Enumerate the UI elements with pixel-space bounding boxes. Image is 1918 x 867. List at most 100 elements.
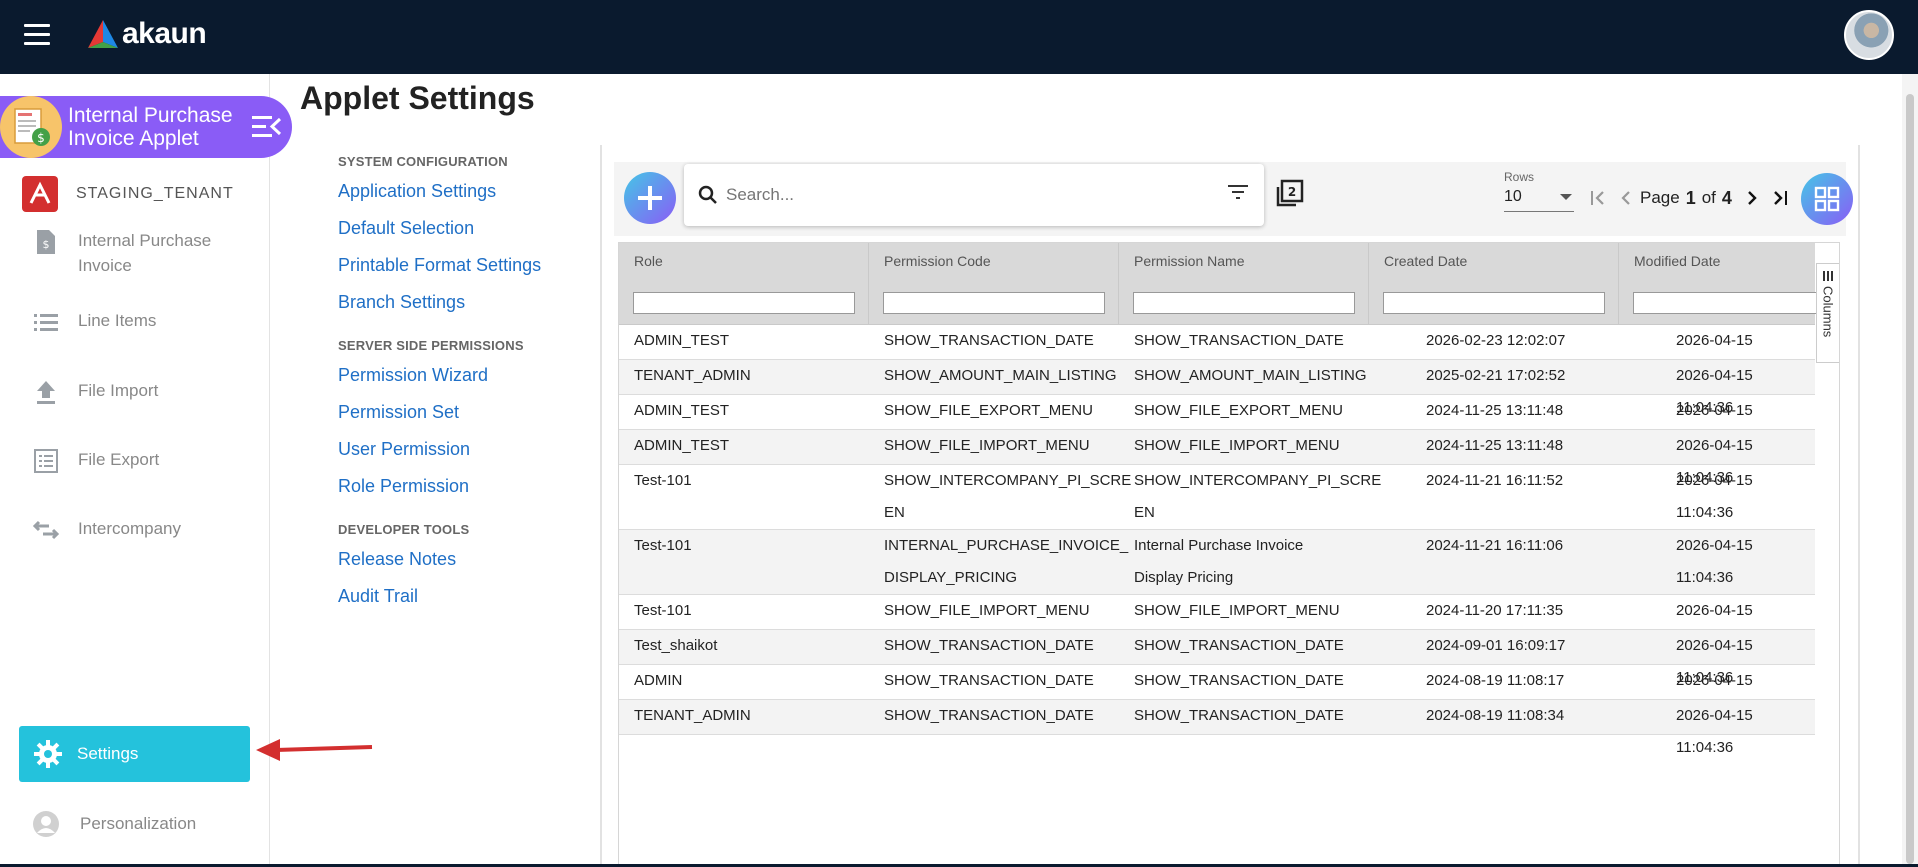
search-input[interactable]	[726, 185, 1206, 205]
sidebar-item-personalization[interactable]: Personalization	[32, 810, 196, 838]
link-branch-settings[interactable]: Branch Settings	[338, 290, 598, 314]
user-circle-icon	[33, 811, 59, 837]
cell-permission-name: SHOW_TRANSACTION_DATE	[1134, 672, 1344, 689]
list-icon	[32, 308, 60, 336]
next-page-icon[interactable]	[1738, 184, 1766, 212]
search-icon	[698, 185, 717, 204]
rows-per-page-select[interactable]: 10	[1504, 188, 1574, 212]
rows-label: Rows	[1504, 170, 1535, 184]
cell-permission-name: SHOW_TRANSACTION_DATE	[1134, 637, 1344, 654]
table-row[interactable]: ADMIN_TEST SHOW_TRANSACTION_DATE SHOW_TR…	[619, 325, 1815, 381]
link-permission-set[interactable]: Permission Set	[338, 400, 598, 424]
table-row[interactable]: ADMIN_TEST SHOW_FILE_IMPORT_MENU SHOW_FI…	[619, 430, 1815, 486]
upload-icon	[32, 378, 60, 406]
cell-role: ADMIN_TEST	[634, 332, 730, 349]
cell-permission-code: SHOW_INTERCOMPANY_PI_SCRE EN	[884, 472, 1132, 521]
cell-permission-code: SHOW_FILE_IMPORT_MENU	[884, 437, 1090, 454]
red-arrow-annotation	[256, 739, 373, 761]
cell-role: TENANT_ADMIN	[634, 707, 751, 724]
tenant-name: STAGING_TENANT	[76, 185, 234, 202]
cell-role: Test_shaikot	[634, 637, 718, 654]
last-page-icon[interactable]	[1766, 184, 1794, 212]
add-button[interactable]	[624, 172, 676, 224]
link-role-permission[interactable]: Role Permission	[338, 474, 598, 498]
grid-view-button[interactable]	[1801, 173, 1853, 225]
dropdown-caret-icon	[1560, 194, 1572, 200]
link-release-notes[interactable]: Release Notes	[338, 547, 598, 571]
cell-created-date: 2024-09-01 16:09:17	[1426, 637, 1566, 654]
sidebar-item-label: Line Items	[78, 311, 157, 330]
hamburger-menu-icon[interactable]	[24, 24, 50, 46]
table-row[interactable]: Test-101 SHOW_FILE_IMPORT_MENU SHOW_FILE…	[619, 595, 1815, 651]
top-bar: akaun	[0, 0, 1918, 74]
sidebar-item-internal-purchase-invoice[interactable]: $ Internal Purchase Invoice	[32, 228, 238, 278]
settings-navigation: SYSTEM CONFIGURATION Application Setting…	[338, 154, 598, 632]
modified-date-filter-input[interactable]	[1633, 292, 1823, 314]
cell-permission-name: SHOW_TRANSACTION_DATE	[1134, 332, 1344, 349]
sidebar-item-label: File Export	[78, 450, 160, 469]
svg-text:$: $	[43, 238, 50, 251]
column-header-created-date[interactable]: Created Date	[1369, 243, 1619, 325]
permission-code-filter-input[interactable]	[883, 292, 1105, 314]
sidebar-item-intercompany[interactable]: Intercompany	[32, 516, 181, 544]
first-page-icon[interactable]	[1584, 184, 1612, 212]
table-row[interactable]: Test_shaikot SHOW_TRANSACTION_DATE SHOW_…	[619, 630, 1815, 686]
columns-panel-toggle[interactable]: Columns	[1816, 263, 1839, 363]
cell-permission-name: Internal Purchase Invoice Display Pricin…	[1134, 537, 1304, 586]
copy-list-icon[interactable]: 2	[1274, 179, 1304, 209]
cell-created-date: 2024-11-25 13:11:48	[1426, 402, 1564, 419]
table-row[interactable]: TENANT_ADMIN SHOW_AMOUNT_MAIN_LISTING SH…	[619, 360, 1815, 416]
link-permission-wizard[interactable]: Permission Wizard	[338, 363, 598, 387]
cell-role: ADMIN	[634, 672, 683, 689]
sidebar-item-label: Intercompany	[78, 519, 181, 538]
link-application-settings[interactable]: Application Settings	[338, 179, 598, 203]
brand-name: akaun	[122, 17, 207, 50]
link-default-selection[interactable]: Default Selection	[338, 216, 598, 240]
page-label: Page	[1640, 188, 1680, 207]
column-header-permission-code[interactable]: Permission Code	[869, 243, 1119, 325]
table-row[interactable]: ADMIN_TEST SHOW_FILE_EXPORT_MENU SHOW_FI…	[619, 395, 1815, 451]
filter-icon[interactable]	[1228, 184, 1248, 200]
tenant-switcher[interactable]: STAGING_TENANT	[22, 176, 234, 212]
column-header-modified-date[interactable]: Modified Date	[1619, 243, 1823, 325]
cell-role: Test-101	[634, 602, 692, 619]
cell-created-date: 2024-11-25 13:11:48	[1426, 437, 1564, 454]
settings-label: Settings	[77, 744, 139, 763]
total-pages: 4	[1721, 187, 1732, 208]
sidebar-item-file-import[interactable]: File Import	[32, 378, 158, 406]
akaun-logo[interactable]: akaun	[88, 14, 207, 54]
cell-created-date: 2024-08-19 11:08:17	[1426, 672, 1565, 689]
cell-modified-date: 2026-04-15 11:04:36	[1676, 537, 1753, 586]
sidebar-item-line-items[interactable]: Line Items	[32, 308, 156, 336]
role-filter-input[interactable]	[633, 292, 855, 314]
plus-icon	[638, 186, 662, 210]
previous-page-icon[interactable]	[1612, 184, 1640, 212]
collapse-sidebar-icon[interactable]	[252, 113, 282, 141]
column-header-permission-name[interactable]: Permission Name	[1119, 243, 1369, 325]
cell-created-date: 2024-11-20 17:11:35	[1426, 602, 1564, 619]
sidebar-item-file-export[interactable]: File Export	[32, 447, 159, 475]
column-header-role[interactable]: Role	[619, 243, 869, 325]
grid-view-icon	[1814, 186, 1840, 212]
section-heading: DEVELOPER TOOLS	[338, 522, 470, 537]
document-dollar-icon: $	[32, 228, 60, 256]
scrollbar-thumb[interactable]	[1906, 94, 1914, 864]
link-audit-trail[interactable]: Audit Trail	[338, 584, 598, 608]
table-row[interactable]: ADMIN SHOW_TRANSACTION_DATE SHOW_TRANSAC…	[619, 665, 1815, 721]
created-date-filter-input[interactable]	[1383, 292, 1605, 314]
permission-name-filter-input[interactable]	[1133, 292, 1355, 314]
table-row[interactable]: Test-101 INTERNAL_PURCHASE_INVOICE_ DISP…	[619, 530, 1815, 595]
link-printable-format-settings[interactable]: Printable Format Settings	[338, 253, 598, 277]
user-avatar[interactable]	[1844, 10, 1894, 60]
table-row[interactable]: TENANT_ADMIN SHOW_TRANSACTION_DATE SHOW_…	[619, 700, 1815, 756]
table-row[interactable]: Test-101 SHOW_INTERCOMPANY_PI_SCRE EN SH…	[619, 465, 1815, 530]
link-user-permission[interactable]: User Permission	[338, 437, 598, 461]
cell-permission-name: SHOW_FILE_IMPORT_MENU	[1134, 602, 1340, 619]
section-heading: SERVER SIDE PERMISSIONS	[338, 338, 524, 353]
cell-permission-name: SHOW_FILE_IMPORT_MENU	[1134, 437, 1340, 454]
sidebar-item-settings[interactable]: Settings	[19, 726, 250, 782]
cell-role: TENANT_ADMIN	[634, 367, 751, 384]
sidebar: $ Internal Purchase Invoice Applet STAGI…	[0, 74, 292, 867]
current-page: 1	[1685, 187, 1696, 208]
page-scrollbar[interactable]	[1902, 74, 1918, 867]
